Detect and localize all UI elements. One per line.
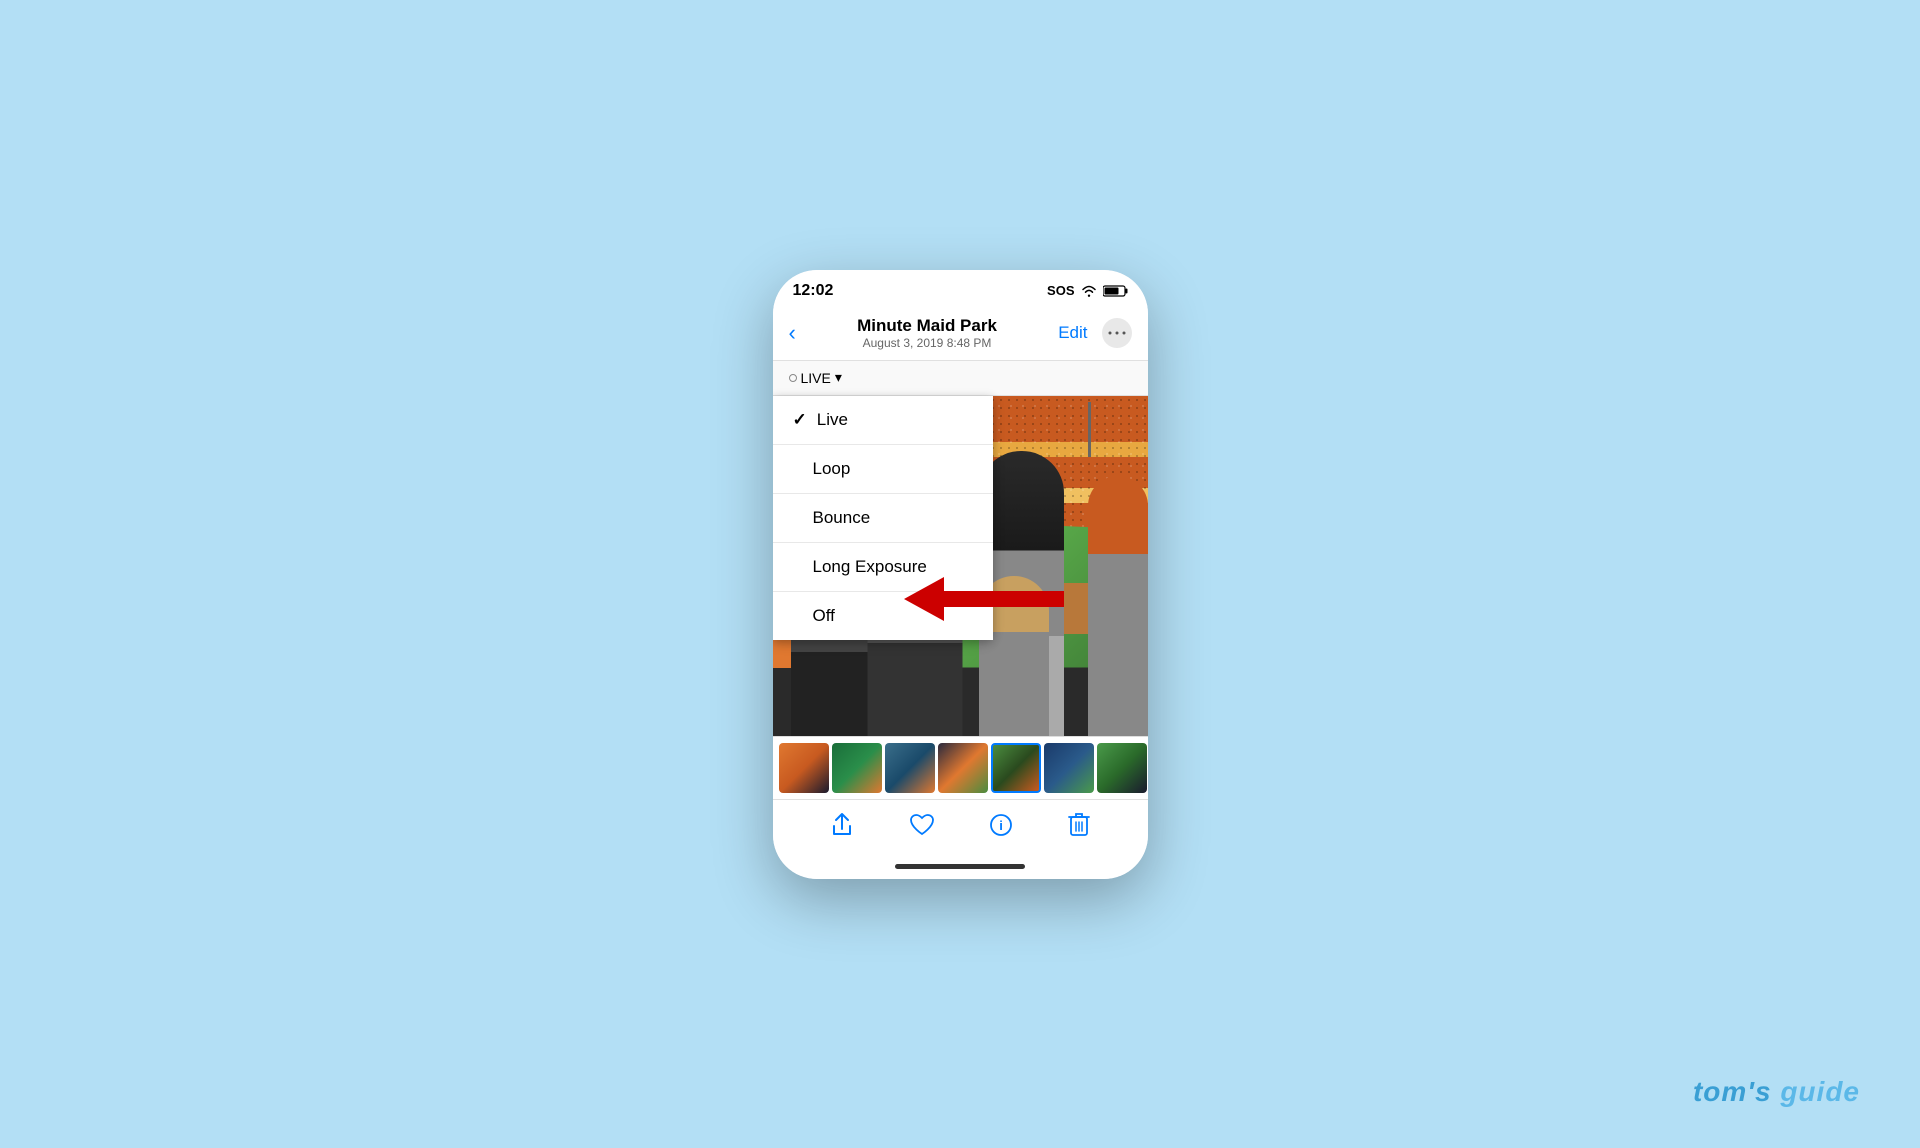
share-icon xyxy=(830,812,854,838)
photo-date-subtitle: August 3, 2019 8:48 PM xyxy=(857,336,997,350)
live-dot-icon xyxy=(789,374,797,382)
dropdown-bounce-label: Bounce xyxy=(813,508,871,528)
more-button[interactable] xyxy=(1102,318,1132,348)
dropdown-off-label: Off xyxy=(813,606,835,626)
bottom-toolbar: i xyxy=(773,799,1148,858)
share-button[interactable] xyxy=(830,812,854,838)
watermark-text: tom's xyxy=(1693,1076,1772,1107)
iphone-frame: 12:02 SOS ‹ Minute Ma xyxy=(773,270,1148,879)
wifi-icon xyxy=(1081,285,1097,297)
photo-thumb-1[interactable] xyxy=(779,743,829,793)
nav-bar: ‹ Minute Maid Park August 3, 2019 8:48 P… xyxy=(773,308,1148,361)
photo-location-title: Minute Maid Park xyxy=(857,316,997,336)
info-button[interactable]: i xyxy=(989,813,1013,837)
status-bar: 12:02 SOS xyxy=(773,270,1148,308)
nav-actions: Edit xyxy=(1058,318,1131,348)
dropdown-item-bounce[interactable]: Bounce xyxy=(773,494,993,543)
heart-icon xyxy=(909,813,935,837)
person-far-right xyxy=(1088,476,1148,736)
battery-icon xyxy=(1103,285,1128,297)
red-arrow-annotation xyxy=(904,572,1064,632)
dropdown-item-loop[interactable]: Loop xyxy=(773,445,993,494)
live-chevron-icon: ▾ xyxy=(835,369,842,386)
home-bar xyxy=(895,864,1025,869)
dropdown-loop-label: Loop xyxy=(813,459,851,479)
photo-thumb-5-selected[interactable] xyxy=(991,743,1041,793)
live-button[interactable]: LIVE ▾ xyxy=(789,369,842,386)
live-bar: LIVE ▾ xyxy=(773,361,1148,396)
delete-button[interactable] xyxy=(1068,812,1090,838)
photo-thumb-4[interactable] xyxy=(938,743,988,793)
status-time: 12:02 xyxy=(793,282,834,300)
info-icon: i xyxy=(989,813,1013,837)
light-pole-right xyxy=(1088,402,1091,457)
toms-guide-watermark: tom's guide xyxy=(1693,1076,1860,1108)
arrow-svg xyxy=(904,572,1064,627)
status-icons: SOS xyxy=(1047,283,1127,298)
photo-container: Live Loop Bounce Long Exposure xyxy=(773,396,1148,736)
photo-thumb-7[interactable] xyxy=(1097,743,1147,793)
trash-icon xyxy=(1068,812,1090,838)
carrier-text: SOS xyxy=(1047,283,1074,298)
dropdown-live-label: Live xyxy=(817,410,848,430)
back-button[interactable]: ‹ xyxy=(789,320,796,346)
photo-strip xyxy=(773,736,1148,799)
svg-text:i: i xyxy=(1000,818,1004,833)
home-indicator xyxy=(773,858,1148,879)
photo-thumb-6[interactable] xyxy=(1044,743,1094,793)
photo-strip-inner xyxy=(773,743,1148,793)
photo-thumb-3[interactable] xyxy=(885,743,935,793)
edit-button[interactable]: Edit xyxy=(1058,323,1087,343)
more-icon xyxy=(1108,331,1126,335)
nav-title: Minute Maid Park August 3, 2019 8:48 PM xyxy=(857,316,997,350)
dropdown-item-live[interactable]: Live xyxy=(773,396,993,445)
photo-thumb-2[interactable] xyxy=(832,743,882,793)
live-label: LIVE xyxy=(801,370,831,386)
favorite-button[interactable] xyxy=(909,813,935,837)
